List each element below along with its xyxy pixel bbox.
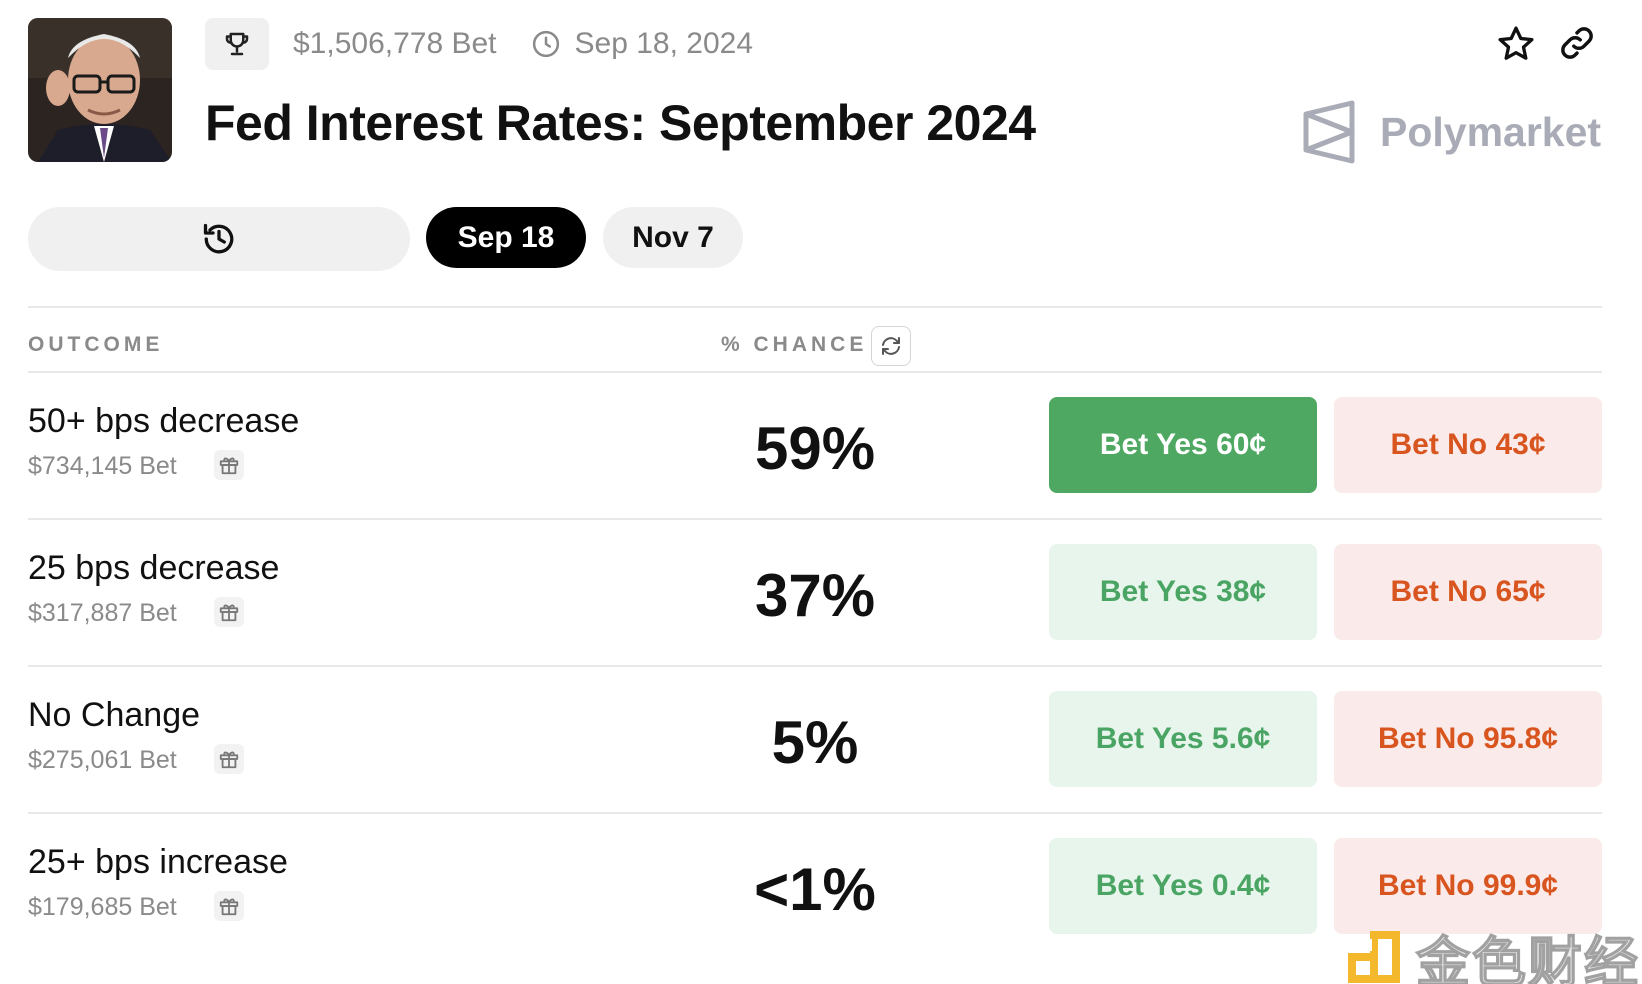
bet-no-button[interactable]: Bet No 65¢ bbox=[1334, 544, 1602, 640]
outcome-name: No Change bbox=[28, 696, 201, 734]
outcome-volume: $317,887 Bet bbox=[28, 599, 177, 627]
page-title: Fed Interest Rates: September 2024 bbox=[205, 95, 1036, 151]
watermark-text: 金色财经 bbox=[1415, 932, 1640, 984]
outcome-name: 50+ bps decrease bbox=[28, 402, 300, 440]
outcome-chance: 59% bbox=[754, 415, 876, 482]
outcome-name: 25+ bps increase bbox=[28, 843, 288, 881]
outcome-name: 25 bps decrease bbox=[28, 549, 280, 587]
divider bbox=[28, 306, 1602, 308]
outcome-volume: $734,145 Bet bbox=[28, 452, 177, 480]
bet-yes-button[interactable]: Bet Yes 60¢ bbox=[1049, 397, 1317, 493]
column-header-outcome: OUTCOME bbox=[28, 333, 164, 356]
column-header-chance: % CHANCE bbox=[721, 333, 868, 356]
history-icon bbox=[203, 223, 234, 254]
bet-no-button[interactable]: Bet No 43¢ bbox=[1334, 397, 1602, 493]
clock-icon bbox=[531, 29, 561, 59]
outcome-volume: $275,061 Bet bbox=[28, 746, 177, 774]
bet-yes-button[interactable]: Bet Yes 5.6¢ bbox=[1049, 691, 1317, 787]
polymarket-logo-icon bbox=[1303, 100, 1355, 164]
market-meta: $1,506,778 Bet Sep 18, 2024 bbox=[205, 18, 753, 70]
history-tab[interactable] bbox=[28, 207, 410, 271]
end-date: Sep 18, 2024 bbox=[574, 27, 754, 60]
outcome-row: 50+ bps decrease $734,145 Bet 59% Bet Ye… bbox=[0, 372, 1642, 522]
outcome-chance: 5% bbox=[771, 709, 859, 776]
watermark: 金色财经 bbox=[1346, 918, 1640, 984]
outcome-row: No Change $275,061 Bet 5% Bet Yes 5.6¢ B… bbox=[0, 666, 1642, 816]
bet-no-button[interactable]: Bet No 95.8¢ bbox=[1334, 691, 1602, 787]
polymarket-brand: Polymarket bbox=[1302, 100, 1601, 164]
outcome-volume: $179,685 Bet bbox=[28, 893, 177, 921]
star-icon[interactable] bbox=[1496, 24, 1536, 64]
gift-icon[interactable] bbox=[214, 744, 244, 774]
outcome-row: 25 bps decrease $317,887 Bet 37% Bet Yes… bbox=[0, 519, 1642, 669]
market-avatar bbox=[28, 18, 172, 162]
brand-name: Polymarket bbox=[1380, 108, 1602, 155]
gift-icon[interactable] bbox=[214, 891, 244, 921]
bet-yes-button[interactable]: Bet Yes 38¢ bbox=[1049, 544, 1317, 640]
outcome-chance: <1% bbox=[754, 856, 876, 923]
trophy-badge bbox=[205, 18, 269, 70]
gift-icon[interactable] bbox=[214, 597, 244, 627]
tab-nov-7[interactable]: Nov 7 bbox=[603, 207, 743, 268]
link-icon[interactable] bbox=[1558, 24, 1596, 62]
outcome-chance: 37% bbox=[754, 562, 876, 629]
gift-icon[interactable] bbox=[214, 450, 244, 480]
bet-yes-button[interactable]: Bet Yes 0.4¢ bbox=[1049, 838, 1317, 934]
trophy-icon bbox=[225, 32, 249, 56]
total-volume: $1,506,778 Bet bbox=[293, 27, 497, 60]
refresh-button[interactable] bbox=[871, 326, 911, 366]
tab-sep-18[interactable]: Sep 18 bbox=[426, 207, 586, 268]
watermark-logo-icon bbox=[1348, 930, 1400, 983]
refresh-icon bbox=[882, 337, 900, 355]
